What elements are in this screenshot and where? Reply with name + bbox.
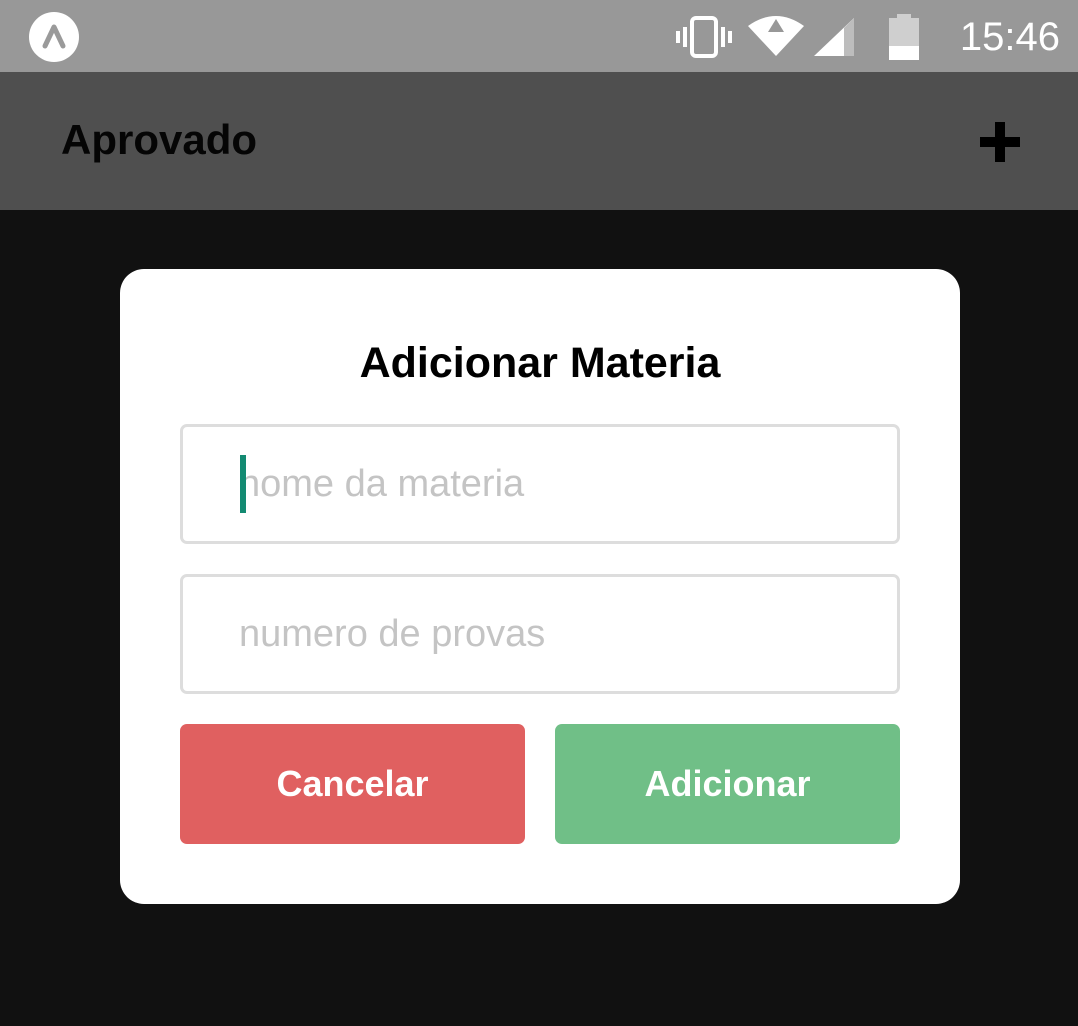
cancel-button[interactable]: Cancelar <box>180 724 525 844</box>
wifi-icon <box>748 14 804 63</box>
status-bar: 15:46 <box>0 0 1078 72</box>
add-button[interactable]: Adicionar <box>555 724 900 844</box>
signal-icon <box>812 16 856 63</box>
subject-name-input[interactable] <box>239 427 879 541</box>
expo-icon <box>29 12 79 62</box>
subject-name-field[interactable] <box>180 424 900 544</box>
dialog-title: Adicionar Materia <box>359 339 721 387</box>
battery-icon <box>887 14 921 65</box>
app-title: Aprovado <box>61 116 258 163</box>
text-cursor <box>240 455 246 513</box>
vibrate-icon <box>676 16 732 63</box>
exam-count-input[interactable] <box>239 577 879 691</box>
plus-icon[interactable] <box>980 122 1020 162</box>
add-subject-dialog: Adicionar Materia Cancelar Adicionar <box>120 269 960 904</box>
status-time: 15:46 <box>959 15 1060 59</box>
app-bar: Aprovado <box>0 72 1078 210</box>
exam-count-field[interactable] <box>180 574 900 694</box>
